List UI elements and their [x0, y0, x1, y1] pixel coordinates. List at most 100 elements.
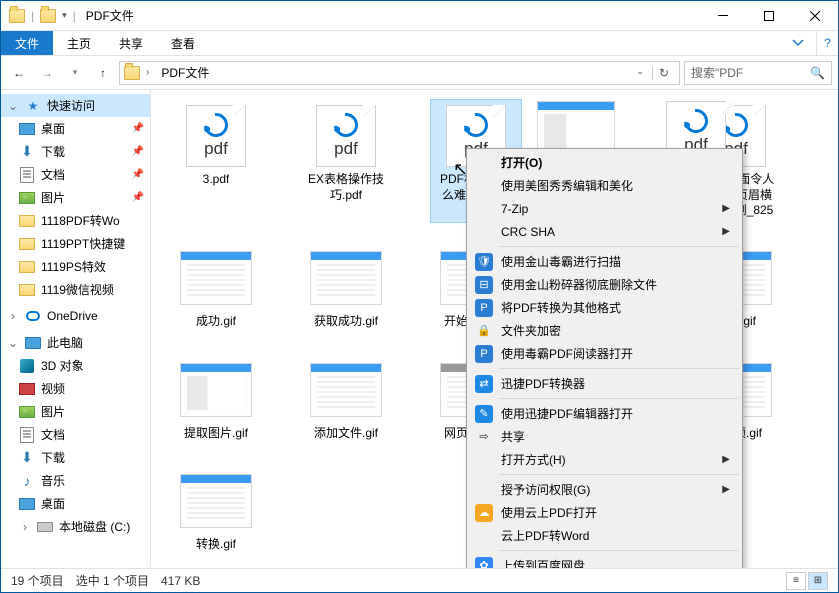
menu-crc[interactable]: CRC SHA▶ — [469, 220, 740, 243]
file-item-gif[interactable]: 成功.gif — [171, 242, 261, 334]
forward-button[interactable]: → — [35, 61, 59, 85]
file-item-pdf[interactable]: pdfEX表格操作技巧.pdf — [301, 100, 391, 222]
pdf-icon: P — [475, 299, 493, 317]
menu-label: 迅捷PDF转换器 — [501, 375, 585, 392]
status-count: 19 个项目 — [11, 572, 64, 589]
menu-label: 打开方式(H) — [501, 451, 566, 468]
file-item-pdf[interactable]: pdf3.pdf — [171, 100, 261, 222]
sidebar-item-folder[interactable]: 1118PDF转Wo — [1, 209, 150, 232]
sidebar-quick-access[interactable]: ⌄★快速访问 — [1, 94, 150, 117]
menu-label: 使用迅捷PDF编辑器打开 — [501, 405, 633, 422]
address-box[interactable]: › PDF文件 ⌄ ↻ — [119, 61, 680, 85]
file-label: 获取成功.gif — [314, 314, 378, 330]
sidebar-item-folder[interactable]: 1119PS特效 — [1, 255, 150, 278]
menu-7zip[interactable]: 7-Zip▶ — [469, 197, 740, 220]
file-item-gif[interactable]: 提取图片.gif — [171, 354, 261, 446]
menu-open[interactable]: 打开(O) — [469, 151, 740, 174]
back-button[interactable]: ← — [7, 61, 31, 85]
file-label: 3.pdf — [203, 172, 230, 188]
addressbar: ← → ▾ ↑ › PDF文件 ⌄ ↻ 搜索"PDF 🔍 — [1, 56, 838, 90]
menu-shred[interactable]: ⊟使用金山粉碎器彻底删除文件 — [469, 273, 740, 296]
search-icon[interactable]: 🔍 — [810, 66, 825, 80]
menu-label: 文件夹加密 — [501, 322, 561, 339]
help-button[interactable]: ? — [816, 31, 838, 55]
sidebar-onedrive[interactable]: ›OneDrive — [1, 305, 150, 327]
qat-dropdown-icon[interactable]: ▾ — [62, 10, 67, 21]
sidebar-item-3d[interactable]: 3D 对象 — [1, 354, 150, 377]
sidebar-this-pc[interactable]: ⌄此电脑 — [1, 331, 150, 354]
menu-scan[interactable]: 🛡使用金山毒霸进行扫描 — [469, 250, 740, 273]
menu-reader[interactable]: P使用毒霸PDF阅读器打开 — [469, 342, 740, 365]
view-icons-button[interactable]: ⊞ — [808, 572, 828, 590]
sidebar-item-documents[interactable]: 文档📌 — [1, 163, 150, 186]
menu-convert[interactable]: P将PDF转换为其他格式 — [469, 296, 740, 319]
sidebar-label: 本地磁盘 (C:) — [59, 518, 130, 535]
folder-icon — [9, 9, 25, 23]
sidebar-label: 1119PPT快捷键 — [41, 235, 125, 252]
file-item-gif[interactable]: 添加文件.gif — [301, 354, 391, 446]
sidebar-item-folder[interactable]: 1119微信视频 — [1, 278, 150, 301]
sidebar-item-videos[interactable]: 视频 — [1, 377, 150, 400]
tab-file[interactable]: 文件 — [1, 31, 53, 55]
statusbar: 19 个项目 选中 1 个项目 417 KB ≡ ⊞ — [1, 568, 838, 592]
crumb-sep-icon[interactable]: › — [146, 67, 149, 78]
menu-cloud-word[interactable]: 云上PDF转Word — [469, 524, 740, 547]
tab-home[interactable]: 主页 — [53, 31, 105, 55]
sidebar-item-desktop[interactable]: 桌面 — [1, 492, 150, 515]
sidebar-item-downloads[interactable]: ⬇下载📌 — [1, 140, 150, 163]
address-dropdown-icon[interactable]: ⌄ — [630, 66, 650, 80]
menu-separator — [499, 368, 739, 369]
minimize-button[interactable] — [700, 1, 746, 31]
maximize-button[interactable] — [746, 1, 792, 31]
sidebar-label: 1119微信视频 — [41, 281, 114, 298]
sidebar-item-drive-c[interactable]: ›本地磁盘 (C:) — [1, 515, 150, 538]
file-item-gif[interactable]: 获取成功.gif — [301, 242, 391, 334]
view-details-button[interactable]: ≡ — [786, 572, 806, 590]
sidebar-item-documents[interactable]: 文档 — [1, 423, 150, 446]
edge-icon — [199, 108, 233, 142]
window-controls — [700, 1, 838, 31]
sidebar-item-music[interactable]: ♪音乐 — [1, 469, 150, 492]
sidebar-item-desktop[interactable]: 桌面📌 — [1, 117, 150, 140]
menu-share[interactable]: ⇨共享 — [469, 425, 740, 448]
pin-icon: 📌 — [132, 169, 144, 180]
recent-dropdown-icon[interactable]: ▾ — [63, 61, 87, 85]
submenu-arrow-icon: ▶ — [722, 454, 730, 465]
edge-icon — [329, 108, 363, 142]
sidebar-item-downloads[interactable]: ⬇下载 — [1, 446, 150, 469]
ribbon-toggle[interactable] — [780, 31, 816, 55]
menu-separator — [499, 474, 739, 475]
menu-label: 使用云上PDF打开 — [501, 504, 597, 521]
sidebar-label: 图片 — [41, 403, 65, 420]
menu-open-with[interactable]: 打开方式(H) ▶ — [469, 448, 740, 471]
menu-xjedit[interactable]: ✎使用迅捷PDF编辑器打开 — [469, 402, 740, 425]
status-selected: 选中 1 个项目 — [76, 572, 149, 589]
menu-xunjie[interactable]: ⇄迅捷PDF转换器 — [469, 372, 740, 395]
pdf-icon: P — [475, 345, 493, 363]
refresh-button[interactable]: ↻ — [652, 66, 675, 80]
sidebar-label: 1118PDF转Wo — [41, 212, 120, 229]
tab-share[interactable]: 共享 — [105, 31, 157, 55]
edge-icon — [459, 108, 493, 142]
menu-meitu[interactable]: 使用美图秀秀编辑和美化 — [469, 174, 740, 197]
menu-separator — [499, 550, 739, 551]
breadcrumb[interactable]: PDF文件 — [155, 62, 215, 83]
tab-view[interactable]: 查看 — [157, 31, 209, 55]
submenu-arrow-icon: ▶ — [722, 484, 730, 495]
menu-label: 共享 — [501, 428, 525, 445]
search-input[interactable]: 搜索"PDF 🔍 — [684, 61, 832, 85]
sidebar-item-folder[interactable]: 1119PPT快捷键 — [1, 232, 150, 255]
menu-cloud[interactable]: ☁使用云上PDF打开 — [469, 501, 740, 524]
menu-access[interactable]: 授予访问权限(G)▶ — [469, 478, 740, 501]
file-label: EX表格操作技巧.pdf — [305, 172, 387, 203]
sidebar-item-pictures[interactable]: 图片📌 — [1, 186, 150, 209]
close-button[interactable] — [792, 1, 838, 31]
file-item-gif[interactable]: 转换.gif — [171, 465, 261, 557]
sidebar-label: 3D 对象 — [41, 357, 84, 374]
sidebar-label: 1119PS特效 — [41, 258, 106, 275]
sidebar-label: 桌面 — [41, 120, 65, 137]
menu-encrypt[interactable]: 🔒文件夹加密 — [469, 319, 740, 342]
view-toggle: ≡ ⊞ — [786, 572, 828, 590]
sidebar-item-pictures[interactable]: 图片 — [1, 400, 150, 423]
up-button[interactable]: ↑ — [91, 61, 115, 85]
